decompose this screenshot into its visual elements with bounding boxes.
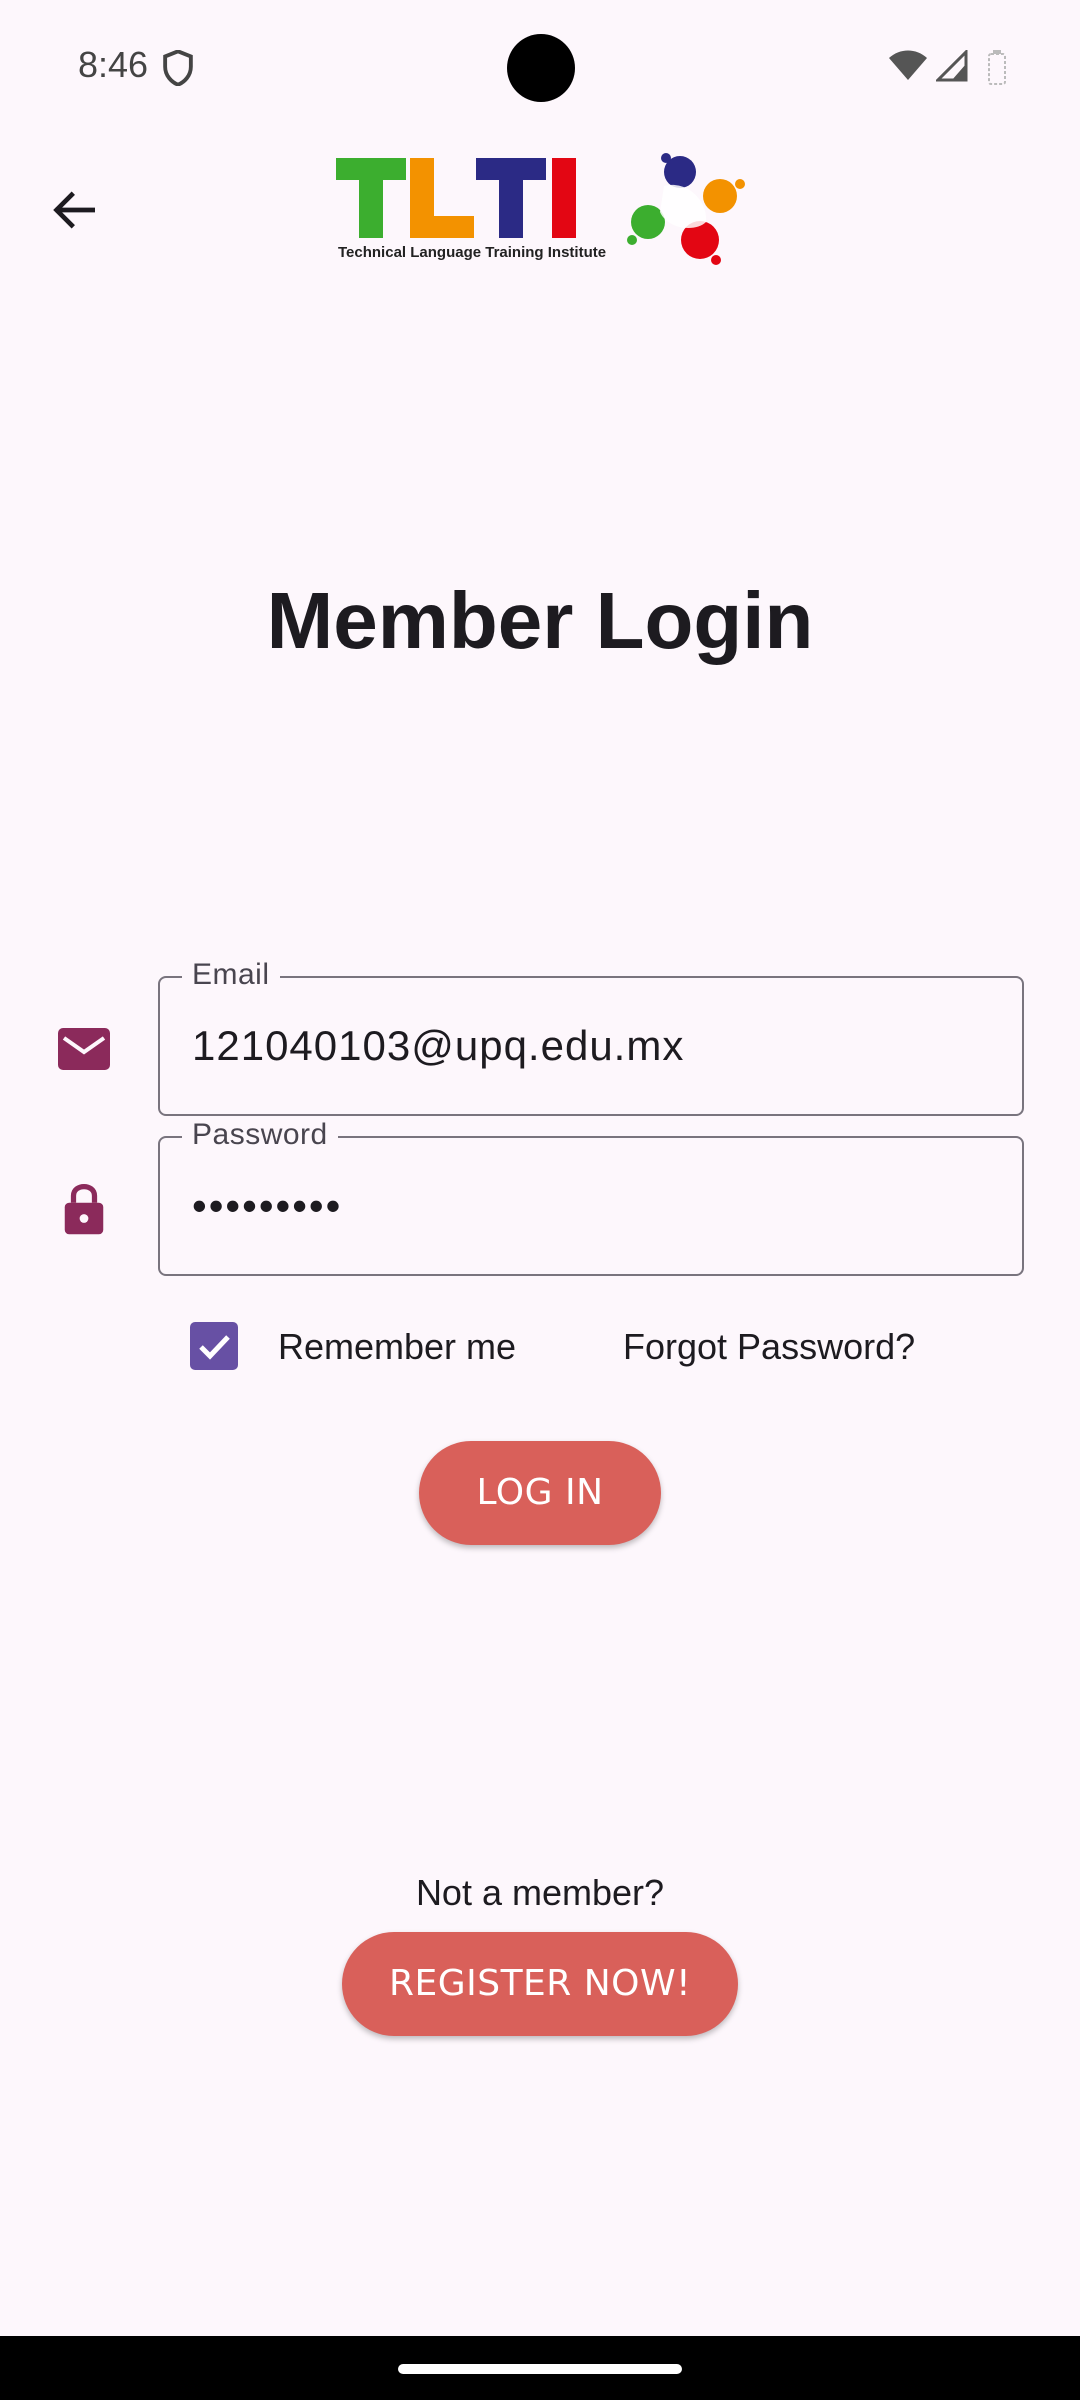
tlti-logo: Technical Language Training Institute — [336, 150, 748, 270]
checkmark-icon — [199, 1335, 230, 1360]
shield-icon — [163, 50, 193, 86]
status-time: 8:46 — [78, 44, 149, 85]
wifi-icon — [889, 50, 927, 80]
password-input[interactable]: ••••••••• — [192, 1182, 992, 1230]
logo-subtitle: Technical Language Training Institute — [338, 244, 607, 261]
lock-icon — [64, 1183, 104, 1235]
email-input[interactable]: 121040103@upq.edu.mx — [192, 1022, 992, 1070]
not-member-text: Not a member? — [415, 1872, 665, 1913]
signal-icon — [936, 50, 968, 82]
remember-me-label[interactable]: Remember me — [278, 1326, 516, 1368]
forgot-password-link[interactable]: Forgot Password? — [623, 1326, 915, 1368]
remember-me-checkbox[interactable] — [190, 1322, 238, 1370]
front-camera — [507, 34, 575, 102]
home-gesture-handle[interactable] — [398, 2364, 682, 2374]
email-icon — [58, 1028, 110, 1070]
battery-icon — [988, 50, 1006, 85]
back-arrow-icon[interactable] — [46, 182, 102, 238]
login-button[interactable]: LOG IN — [419, 1441, 661, 1545]
password-label: Password — [182, 1118, 338, 1152]
email-label: Email — [182, 958, 280, 992]
email-field[interactable]: Email 121040103@upq.edu.mx — [158, 958, 1024, 1116]
page-title: Member Login — [266, 576, 814, 665]
password-field[interactable]: Password ••••••••• — [158, 1118, 1024, 1276]
register-button[interactable]: REGISTER NOW! — [342, 1932, 738, 2036]
